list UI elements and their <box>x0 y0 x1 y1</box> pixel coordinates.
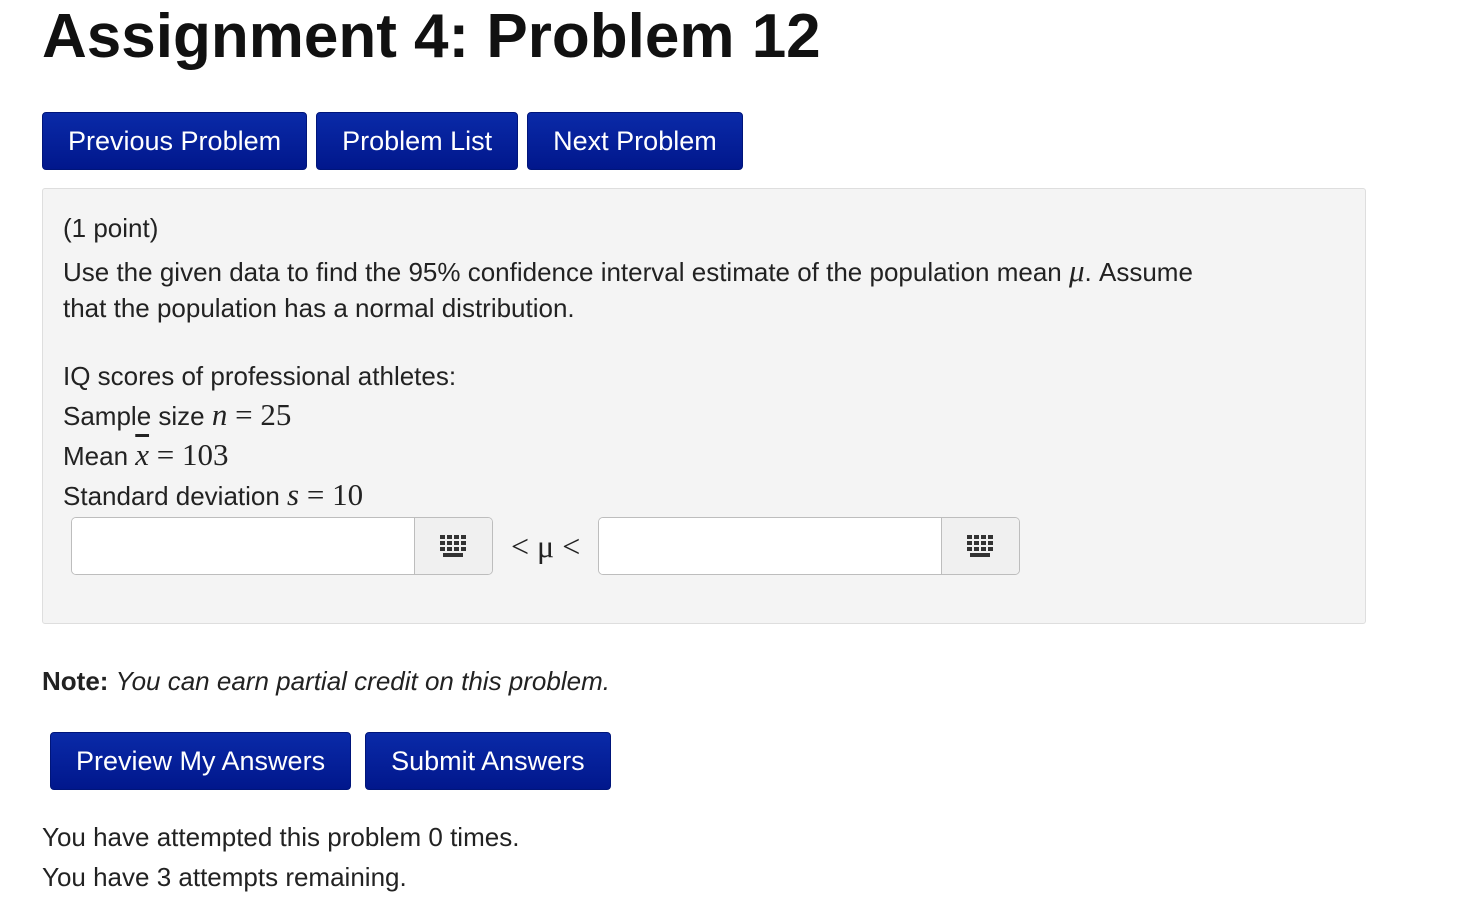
equals-sign: = <box>227 397 261 432</box>
sample-size-value: 25 <box>260 397 292 432</box>
answer-actions: Preview My Answers Submit Answers <box>50 732 611 790</box>
sample-size-variable: n <box>211 397 228 432</box>
preview-answers-button[interactable]: Preview My Answers <box>50 732 352 790</box>
data-heading: IQ scores of professional athletes: <box>63 361 457 391</box>
grid-keypad-icon <box>439 535 466 557</box>
problem-statement-line1: Use the given data to find the 95% confi… <box>63 253 1193 289</box>
lower-bound-input[interactable] <box>72 518 414 574</box>
sd-variable: s <box>287 477 300 512</box>
equals-sign: = <box>149 437 183 472</box>
interval-inequality: < μ < <box>511 527 581 564</box>
equation-editor-button[interactable] <box>414 518 492 574</box>
page: Assignment 4: Problem 12 Previous Proble… <box>0 0 1464 908</box>
problem-navigation: Previous Problem Problem List Next Probl… <box>42 112 743 170</box>
note-label: Note: <box>42 666 109 696</box>
mean-label: Mean <box>63 441 136 471</box>
attempts-remaining-text: You have 3 attempts remaining. <box>42 862 407 892</box>
problem-statement-line2: that the population has a normal distrib… <box>63 293 575 323</box>
problem-list-button[interactable]: Problem List <box>316 112 519 170</box>
previous-problem-button[interactable]: Previous Problem <box>42 112 308 170</box>
attempts-made-text: You have attempted this problem 0 times. <box>42 822 520 852</box>
mean-line: Mean x = 103 <box>63 437 229 473</box>
equation-editor-button[interactable] <box>941 518 1020 574</box>
statement-text: Use the given data to find the 95% confi… <box>63 257 1069 287</box>
mu-symbol: μ <box>1068 253 1085 288</box>
next-problem-button[interactable]: Next Problem <box>527 112 743 170</box>
note-text: You can earn partial credit on this prob… <box>115 666 610 696</box>
equals-sign: = <box>299 477 333 512</box>
lower-bound-group <box>71 517 493 575</box>
statement-text-end: . Assume <box>1084 257 1193 287</box>
grid-keypad-icon <box>966 535 993 557</box>
interval-answer-row: < μ < <box>71 517 1021 575</box>
upper-bound-input[interactable] <box>599 518 942 574</box>
sd-value: 10 <box>332 477 364 512</box>
partial-credit-note: Note: You can earn partial credit on thi… <box>42 666 610 697</box>
mean-value: 103 <box>182 437 229 472</box>
sample-size-label: Sample size <box>63 401 212 431</box>
mean-variable: x <box>135 437 150 472</box>
problem-points: (1 point) <box>63 213 159 243</box>
page-title: Assignment 4: Problem 12 <box>42 2 821 71</box>
problem-panel: (1 point) Use the given data to find the… <box>42 188 1366 624</box>
submit-answers-button[interactable]: Submit Answers <box>365 732 611 790</box>
sample-size-line: Sample size n = 25 <box>63 397 291 433</box>
standard-deviation-line: Standard deviation s = 10 <box>63 477 363 513</box>
sd-label: Standard deviation <box>63 481 288 511</box>
upper-bound-group <box>598 517 1021 575</box>
